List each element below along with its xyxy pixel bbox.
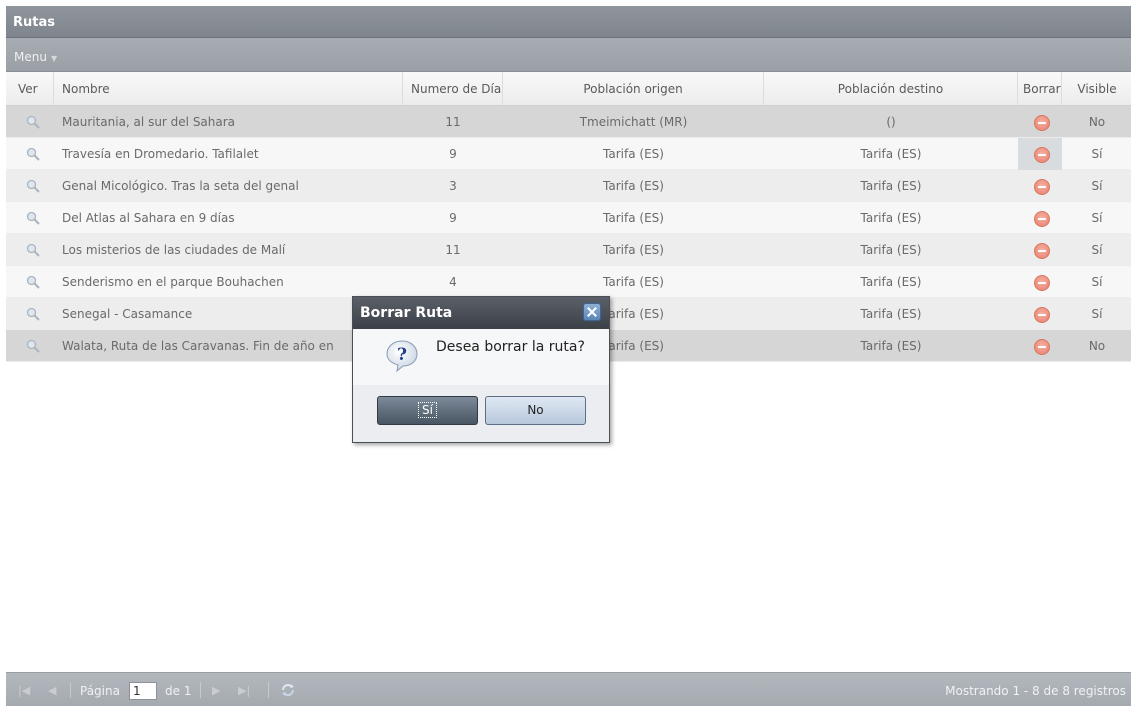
- question-icon: ?: [386, 340, 418, 373]
- table-row[interactable]: Mauritania, al sur del Sahara 11 Tmeimic…: [6, 106, 1131, 138]
- cell-nombre: Walata, Ruta de las Caravanas. Fin de añ…: [62, 339, 334, 353]
- cell-visible: Sí: [1091, 275, 1103, 289]
- cell-nombre: Travesía en Dromedario. Tafilalet: [62, 147, 259, 161]
- chevron-down-icon: ▼: [50, 54, 58, 63]
- no-button[interactable]: No: [485, 396, 586, 425]
- grid-header: Ver Nombre Numero de Días Población orig…: [6, 72, 1131, 106]
- cell-origen: Tarifa (ES): [603, 211, 664, 225]
- yes-button[interactable]: Sí: [377, 396, 478, 425]
- cell-origen: Tarifa (ES): [603, 275, 664, 289]
- page-label: Página: [80, 684, 120, 698]
- cell-destino: (): [886, 115, 896, 129]
- no-button-label: No: [527, 403, 544, 417]
- page-number-input[interactable]: 1: [129, 682, 157, 700]
- cell-visible: Sí: [1091, 179, 1103, 193]
- next-page-icon[interactable]: ▶: [212, 684, 220, 697]
- magnifier-icon[interactable]: [26, 179, 40, 193]
- panel-title: Rutas: [13, 15, 55, 30]
- cell-nombre: Mauritania, al sur del Sahara: [62, 115, 236, 129]
- cell-destino: Tarifa (ES): [860, 147, 922, 161]
- delete-icon[interactable]: [1034, 307, 1050, 323]
- cell-destino: Tarifa (ES): [860, 275, 922, 289]
- delete-icon[interactable]: [1034, 115, 1050, 131]
- menu-toolbar: Menu ▼: [6, 38, 1131, 72]
- cell-visible: Sí: [1091, 243, 1103, 257]
- cell-nombre: Genal Micológico. Tras la seta del genal: [62, 179, 299, 193]
- delete-icon[interactable]: [1034, 339, 1050, 355]
- cell-origen: Tarifa (ES): [603, 179, 664, 193]
- cell-visible: Sí: [1091, 307, 1103, 321]
- menu-label: Menu: [14, 50, 47, 64]
- menu-button[interactable]: Menu ▼: [14, 50, 57, 64]
- column-header-ver[interactable]: Ver: [6, 72, 54, 106]
- delete-icon[interactable]: [1034, 179, 1050, 195]
- cell-dias: 9: [449, 147, 457, 161]
- yes-button-label: Sí: [418, 402, 437, 418]
- cell-nombre: Los misterios de las ciudades de Malí: [62, 243, 286, 257]
- magnifier-icon[interactable]: [26, 243, 40, 257]
- table-row[interactable]: Travesía en Dromedario. Tafilalet 9 Tari…: [6, 138, 1131, 170]
- magnifier-icon[interactable]: [26, 339, 40, 353]
- cell-nombre: Senderismo en el parque Bouhachen: [62, 275, 284, 289]
- dialog-title: Borrar Ruta: [360, 305, 453, 321]
- magnifier-icon[interactable]: [26, 275, 40, 289]
- delete-icon[interactable]: [1034, 147, 1050, 163]
- cell-dias: 9: [449, 211, 457, 225]
- cell-origen: Tmeimichatt (MR): [579, 115, 688, 129]
- prev-page-icon[interactable]: ◀: [48, 684, 56, 697]
- cell-destino: Tarifa (ES): [860, 243, 922, 257]
- divider: [200, 682, 201, 698]
- magnifier-icon[interactable]: [26, 147, 40, 161]
- cell-destino: Tarifa (ES): [860, 339, 922, 353]
- column-header-dias[interactable]: Numero de Días: [403, 72, 503, 106]
- column-header-borrar[interactable]: Borrar: [1018, 72, 1062, 106]
- table-row[interactable]: Los misterios de las ciudades de Malí 11…: [6, 234, 1131, 266]
- cell-origen: Tarifa (ES): [603, 147, 664, 161]
- close-icon[interactable]: [583, 303, 601, 321]
- cell-destino: Tarifa (ES): [860, 179, 922, 193]
- cell-dias: 11: [445, 243, 461, 257]
- dialog-message: Desea borrar la ruta?: [436, 339, 585, 355]
- cell-origen: Tarifa (ES): [603, 243, 664, 257]
- magnifier-icon[interactable]: [26, 307, 40, 321]
- table-row[interactable]: Genal Micológico. Tras la seta del genal…: [6, 170, 1131, 202]
- panel-title-bar: Rutas: [6, 6, 1131, 38]
- refresh-icon[interactable]: [280, 682, 296, 698]
- cell-visible: Sí: [1091, 211, 1103, 225]
- column-header-visible[interactable]: Visible: [1062, 72, 1131, 106]
- table-row[interactable]: Senderismo en el parque Bouhachen 4 Tari…: [6, 266, 1131, 298]
- magnifier-icon[interactable]: [26, 211, 40, 225]
- svg-text:?: ?: [397, 345, 407, 365]
- dialog-body: ? Desea borrar la ruta?: [353, 329, 609, 385]
- cell-nombre: Senegal - Casamance: [62, 307, 193, 321]
- column-header-nombre[interactable]: Nombre: [54, 72, 403, 106]
- delete-icon[interactable]: [1034, 243, 1050, 259]
- paging-toolbar: |◀ ◀ Página 1 de 1 ▶ ▶| Mostrando 1 - 8 …: [6, 672, 1131, 706]
- cell-destino: Tarifa (ES): [860, 307, 922, 321]
- delete-icon[interactable]: [1034, 275, 1050, 291]
- column-header-origen[interactable]: Población origen: [503, 72, 764, 106]
- column-header-destino[interactable]: Población destino: [764, 72, 1018, 106]
- dialog-title-bar[interactable]: Borrar Ruta: [353, 297, 609, 329]
- first-page-icon[interactable]: |◀: [18, 684, 30, 697]
- paging-status: Mostrando 1 - 8 de 8 registros: [945, 684, 1126, 698]
- confirm-delete-dialog: Borrar Ruta ? Desea borrar la ruta? Sí N…: [352, 296, 610, 443]
- delete-icon[interactable]: [1034, 211, 1050, 227]
- cell-destino: Tarifa (ES): [860, 211, 922, 225]
- cell-dias: 11: [445, 115, 461, 129]
- cell-dias: 4: [449, 275, 457, 289]
- divider: [268, 682, 269, 698]
- cell-visible: No: [1088, 339, 1106, 353]
- cell-nombre: Del Atlas al Sahara en 9 días: [62, 211, 235, 225]
- divider: [70, 682, 71, 698]
- last-page-icon[interactable]: ▶|: [238, 684, 250, 697]
- page-count-label: de 1: [165, 684, 192, 698]
- cell-visible: Sí: [1091, 147, 1103, 161]
- cell-visible: No: [1088, 115, 1106, 129]
- cell-dias: 3: [449, 179, 457, 193]
- magnifier-icon[interactable]: [26, 115, 40, 129]
- table-row[interactable]: Del Atlas al Sahara en 9 días 9 Tarifa (…: [6, 202, 1131, 234]
